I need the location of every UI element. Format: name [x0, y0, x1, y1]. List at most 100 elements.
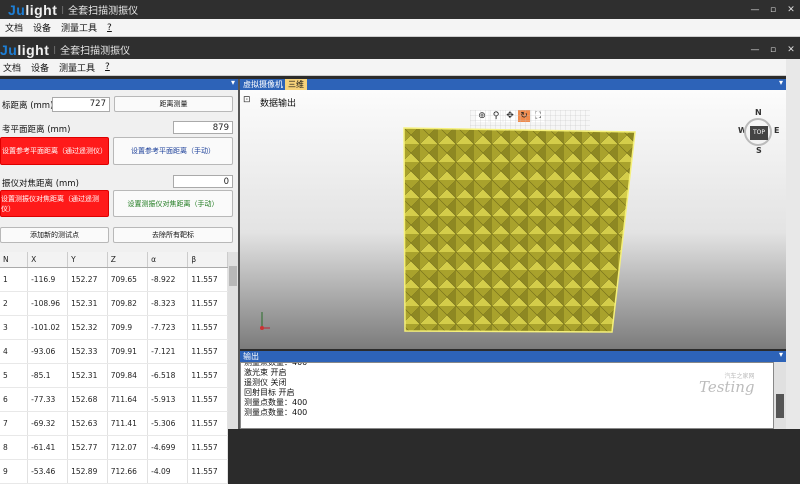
right-edge-strip: [786, 59, 800, 429]
table-cell: -7.121: [147, 339, 189, 364]
table-cell: 152.27: [67, 267, 108, 292]
panel-header: ▾: [0, 78, 238, 90]
set-focus-telemeter-button[interactable]: 设置测振仪对焦距离（通过遥测仪）: [0, 190, 109, 217]
set-focus-manual-button[interactable]: 设置测振仪对焦距离（手动）: [113, 190, 233, 217]
table-cell: 712.07: [107, 435, 149, 460]
table-cell: 712.66: [107, 459, 149, 484]
inner-menu-bar: 文档 设备 测量工具 ?: [0, 59, 786, 76]
table-cell: -69.32: [27, 411, 69, 436]
distance-measure-button[interactable]: 距离测量: [114, 96, 233, 112]
table-row[interactable]: 9 -53.46 152.89 712.66 -4.09 11.557: [0, 459, 228, 484]
table-cell: 709.91: [107, 339, 149, 364]
table-row[interactable]: 8 -61.41 152.77 712.07 -4.699 11.557: [0, 435, 228, 460]
menu-help[interactable]: ?: [107, 23, 112, 33]
output-pin-icon[interactable]: ▾: [779, 350, 783, 359]
menu-device[interactable]: 设备: [33, 21, 51, 34]
table-cell: -4.699: [147, 435, 189, 460]
table-cell: -101.02: [27, 315, 69, 340]
table-cell: -108.96: [27, 291, 69, 316]
table-header-row: N X Y Z α β: [0, 252, 228, 268]
col-x[interactable]: X: [27, 252, 69, 268]
table-cell: -6.518: [147, 363, 189, 388]
table-cell: 11.557: [187, 435, 228, 460]
menu-document[interactable]: 文档: [5, 21, 23, 34]
table-row[interactable]: 7 -69.32 152.63 711.41 -5.306 11.557: [0, 411, 228, 436]
table-cell: 709.9: [107, 315, 149, 340]
table-row[interactable]: 4 -93.06 152.33 709.91 -7.121 11.557: [0, 339, 228, 364]
col-n[interactable]: N: [0, 252, 29, 268]
output-scroll-thumb[interactable]: [776, 394, 784, 418]
table-cell: 4: [0, 339, 29, 364]
table-cell: 11.557: [187, 315, 228, 340]
inner-menu-device[interactable]: 设备: [31, 61, 49, 74]
pin-icon[interactable]: ▾: [231, 78, 235, 87]
grid-strip: [470, 110, 590, 132]
table-cell: -5.306: [147, 411, 189, 436]
distance-input[interactable]: 727: [52, 97, 110, 112]
add-test-point-button[interactable]: 添加新的测试点: [0, 227, 109, 243]
remove-all-targets-button[interactable]: 去除所有靶标: [113, 227, 233, 243]
inner-menu-help[interactable]: ?: [105, 62, 110, 72]
col-alpha[interactable]: α: [147, 252, 189, 268]
log-line: 测量点数量：400: [244, 398, 308, 407]
table-row[interactable]: 6 -77.33 152.68 711.64 -5.913 11.557: [0, 387, 228, 412]
focus-distance-input[interactable]: 0: [173, 175, 233, 188]
compass[interactable]: N W E S TOP: [738, 108, 780, 155]
table-row[interactable]: 3 -101.02 152.32 709.9 -7.723 11.557: [0, 315, 228, 340]
col-beta[interactable]: β: [187, 252, 228, 268]
close-button[interactable]: ✕: [782, 5, 800, 15]
table-cell: 152.77: [67, 435, 108, 460]
inner-title-bar: Julight | 全套扫描测振仪 — ▫ ✕: [0, 40, 800, 59]
maximize-button[interactable]: ▫: [764, 5, 782, 15]
table-cell: 9: [0, 459, 29, 484]
inner-menu-document[interactable]: 文档: [3, 61, 21, 74]
inner-menu-tools[interactable]: 测量工具: [59, 61, 95, 74]
table-cell: 11.557: [187, 267, 228, 292]
table-cell: 152.89: [67, 459, 108, 484]
inner-close-button[interactable]: ✕: [782, 45, 800, 55]
output-scrollbar[interactable]: [774, 362, 786, 429]
table-cell: 2: [0, 291, 29, 316]
table-scroll-thumb[interactable]: [229, 266, 237, 286]
inner-minimize-button[interactable]: —: [746, 45, 764, 55]
table-scrollbar[interactable]: [228, 252, 238, 429]
table-cell: -61.41: [27, 435, 69, 460]
outer-logo: Julight: [8, 1, 58, 18]
outer-title-bar: Julight | 全套扫描测振仪 — ▫ ✕: [0, 0, 800, 19]
table-row[interactable]: 1 -116.9 152.27 709.65 -8.922 11.557: [0, 267, 228, 292]
viewport-header: 虚拟摄像机 三维 ▾: [240, 78, 786, 90]
set-ref-telemeter-button[interactable]: 设置参考平面距离（通过遥测仪）: [0, 137, 109, 165]
table-row[interactable]: 2 -108.96 152.31 709.82 -8.323 11.557: [0, 291, 228, 316]
inner-maximize-button[interactable]: ▫: [764, 45, 782, 55]
table-cell: 5: [0, 363, 29, 388]
inner-window-title: 全套扫描测振仪: [60, 46, 131, 57]
log-line: 回射目标 开启: [244, 388, 295, 397]
table-row[interactable]: 5 -85.1 152.31 709.84 -6.518 11.557: [0, 363, 228, 388]
table-cell: 152.31: [67, 291, 108, 316]
set-ref-manual-button[interactable]: 设置参考平面距离（手动）: [113, 137, 233, 165]
col-y[interactable]: Y: [67, 252, 108, 268]
compass-top-cube[interactable]: TOP: [750, 126, 768, 140]
viewport-pin-icon[interactable]: ▾: [779, 78, 783, 87]
minimize-button[interactable]: —: [746, 5, 764, 15]
table-cell: 6: [0, 387, 29, 412]
table-cell: 11.557: [187, 387, 228, 412]
ref-distance-input[interactable]: 879: [173, 121, 233, 134]
axis-gizmo: [260, 312, 270, 330]
col-z[interactable]: Z: [107, 252, 149, 268]
points-table: N X Y Z α β 1 -116.9 152.27 709.65 -8.922 11.…: [0, 252, 228, 484]
table-cell: 711.41: [107, 411, 149, 436]
table-cell: -77.33: [27, 387, 69, 412]
tab-3d[interactable]: 三维: [285, 79, 307, 90]
tab-virtual-camera[interactable]: 虚拟摄像机: [240, 79, 286, 90]
table-cell: 8: [0, 435, 29, 460]
table-cell: 709.84: [107, 363, 149, 388]
3d-viewport[interactable]: ⊡ 数据输出 ⊕ ⚲ ✥ ↻ ⛶: [240, 90, 786, 349]
output-log[interactable]: 测量点数量：400 激光束 开启 遥测仪 关闭 回射目标 开启 测量点数量：400 测量点…: [240, 362, 774, 429]
log-line: 激光束 开启: [244, 368, 287, 377]
compass-s: S: [756, 146, 762, 155]
table-cell: -116.9: [27, 267, 69, 292]
table-cell: 709.65: [107, 267, 149, 292]
menu-tools[interactable]: 测量工具: [61, 21, 97, 34]
table-cell: -93.06: [27, 339, 69, 364]
